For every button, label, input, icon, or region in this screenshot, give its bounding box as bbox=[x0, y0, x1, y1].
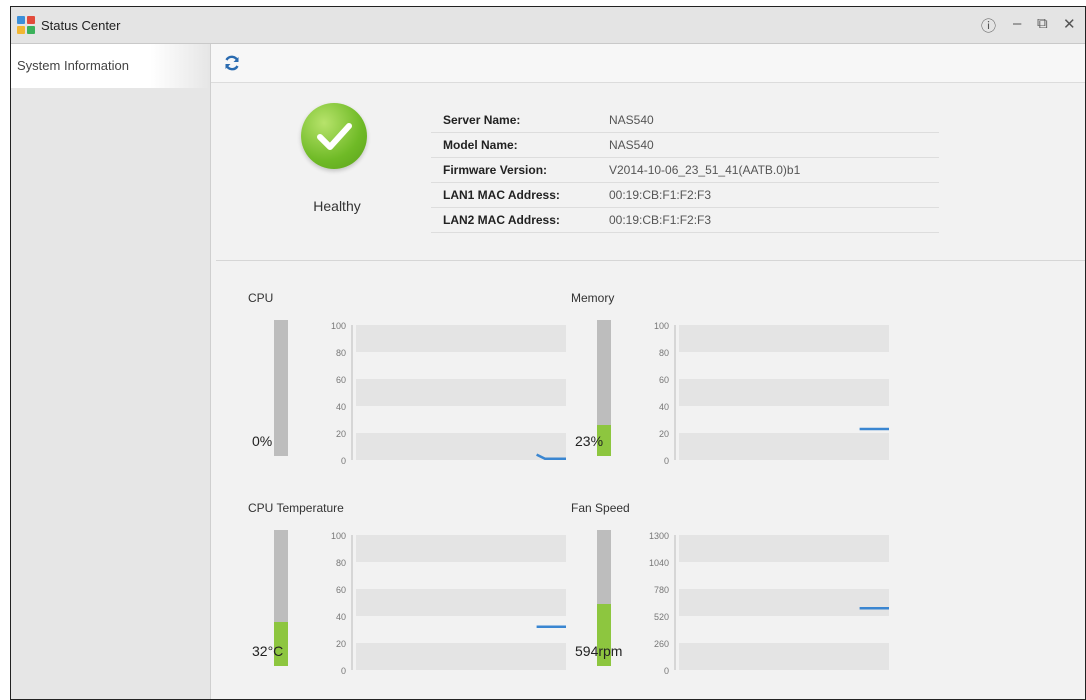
chart-band bbox=[356, 379, 566, 406]
info-key: Server Name: bbox=[443, 113, 521, 127]
chart-band bbox=[679, 433, 889, 460]
refresh-icon[interactable] bbox=[223, 54, 241, 72]
y-tick-label: 80 bbox=[336, 348, 346, 358]
title-bar: Status Center ⓘ – ⧉ ✕ bbox=[11, 7, 1085, 44]
sidebar-item-system-information[interactable]: System Information bbox=[11, 44, 210, 88]
cpu-title: CPU bbox=[248, 291, 274, 305]
chart-band bbox=[679, 325, 889, 352]
chart-band bbox=[356, 643, 566, 670]
y-tick-label: 1040 bbox=[649, 558, 669, 568]
y-tick-label: 260 bbox=[654, 639, 669, 649]
cpu-temperature-gauge-value: 32°C bbox=[252, 643, 284, 659]
y-tick-label: 100 bbox=[654, 321, 669, 331]
y-tick-label: 20 bbox=[336, 429, 346, 439]
y-tick-label: 80 bbox=[659, 348, 669, 358]
memory-gauge-value: 23% bbox=[575, 433, 604, 449]
y-tick-label: 40 bbox=[659, 402, 669, 412]
y-tick-label: 60 bbox=[659, 375, 669, 385]
chart-band bbox=[356, 589, 566, 616]
cpu-temperature-chart: 100 80 60 40 20 0 bbox=[331, 531, 566, 675]
fan-speed-chart: 1300 1040 780 520 260 0 bbox=[649, 531, 889, 675]
info-row-server-name: Server Name: NAS540 bbox=[431, 108, 939, 133]
chart-band bbox=[356, 535, 566, 562]
toolbar bbox=[211, 44, 1085, 83]
y-tick-label: 40 bbox=[336, 612, 346, 622]
section-divider bbox=[216, 260, 1085, 261]
fan-speed-panel: Fan Speed 594rpm 1300 1040 780 520 260 0 bbox=[571, 501, 891, 681]
sidebar: System Information bbox=[11, 44, 211, 699]
info-row-firmware-version: Firmware Version: V2014-10-06_23_51_41(A… bbox=[431, 158, 939, 183]
y-tick-label: 40 bbox=[336, 402, 346, 412]
y-tick-label: 100 bbox=[331, 321, 346, 331]
close-icon[interactable]: ✕ bbox=[1063, 15, 1076, 33]
fan-speed-gauge-value: 594rpm bbox=[575, 643, 623, 659]
info-row-lan2-mac: LAN2 MAC Address: 00:19:CB:F1:F2:F3 bbox=[431, 208, 939, 233]
window-title: Status Center bbox=[41, 18, 121, 33]
info-value: 00:19:CB:F1:F2:F3 bbox=[609, 213, 712, 227]
y-tick-label: 1300 bbox=[649, 531, 669, 541]
info-row-lan1-mac: LAN1 MAC Address: 00:19:CB:F1:F2:F3 bbox=[431, 183, 939, 208]
y-tick-label: 60 bbox=[336, 375, 346, 385]
info-key: Model Name: bbox=[443, 138, 518, 152]
health-status-icon bbox=[301, 103, 367, 169]
y-tick-label: 80 bbox=[336, 558, 346, 568]
y-tick-label: 20 bbox=[336, 639, 346, 649]
cpu-chart: 100 80 60 40 20 0 bbox=[331, 321, 566, 465]
health-status-label: Healthy bbox=[313, 198, 361, 214]
chart-band bbox=[356, 325, 566, 352]
cpu-gauge-value: 0% bbox=[252, 433, 273, 449]
y-tick-label: 20 bbox=[659, 429, 669, 439]
y-tick-label: 520 bbox=[654, 612, 669, 622]
info-value: 00:19:CB:F1:F2:F3 bbox=[609, 188, 712, 202]
info-value: NAS540 bbox=[609, 138, 654, 152]
chart-band bbox=[679, 535, 889, 562]
chart-band bbox=[679, 643, 889, 670]
chart-band bbox=[679, 589, 889, 616]
restore-icon[interactable]: ⧉ bbox=[1037, 15, 1048, 32]
cpu-temperature-panel: CPU Temperature 32°C 100 80 60 40 20 0 bbox=[248, 501, 568, 681]
status-center-window: Status Center ⓘ – ⧉ ✕ System Information… bbox=[10, 6, 1086, 700]
y-tick-label: 0 bbox=[664, 456, 669, 465]
y-tick-label: 0 bbox=[341, 456, 346, 465]
help-icon[interactable]: ⓘ bbox=[981, 15, 996, 36]
chart-band bbox=[679, 379, 889, 406]
info-key: LAN1 MAC Address: bbox=[443, 188, 560, 202]
fan-speed-title: Fan Speed bbox=[571, 501, 630, 515]
y-tick-label: 60 bbox=[336, 585, 346, 595]
system-information-panel: Healthy Server Name: NAS540 Model Name: … bbox=[211, 83, 1085, 699]
info-row-model-name: Model Name: NAS540 bbox=[431, 133, 939, 158]
y-tick-label: 0 bbox=[341, 666, 346, 675]
cpu-panel: CPU 0% 100 80 60 40 20 0 bbox=[248, 291, 568, 471]
cpu-temperature-title: CPU Temperature bbox=[248, 501, 344, 515]
info-value: NAS540 bbox=[609, 113, 654, 127]
status-center-app-icon bbox=[17, 16, 35, 34]
chart-band bbox=[356, 433, 566, 460]
info-value: V2014-10-06_23_51_41(AATB.0)b1 bbox=[609, 163, 801, 177]
memory-panel: Memory 23% 100 80 60 40 20 0 bbox=[571, 291, 891, 471]
memory-title: Memory bbox=[571, 291, 615, 305]
checkmark-icon bbox=[317, 123, 352, 150]
system-info-table: Server Name: NAS540 Model Name: NAS540 F… bbox=[431, 108, 939, 233]
info-key: Firmware Version: bbox=[443, 163, 548, 177]
sidebar-item-label: System Information bbox=[17, 58, 129, 73]
memory-chart: 100 80 60 40 20 0 bbox=[654, 321, 889, 465]
minimize-icon[interactable]: – bbox=[1013, 15, 1021, 32]
info-key: LAN2 MAC Address: bbox=[443, 213, 560, 227]
y-tick-label: 0 bbox=[664, 666, 669, 675]
y-tick-label: 780 bbox=[654, 585, 669, 595]
y-tick-label: 100 bbox=[331, 531, 346, 541]
